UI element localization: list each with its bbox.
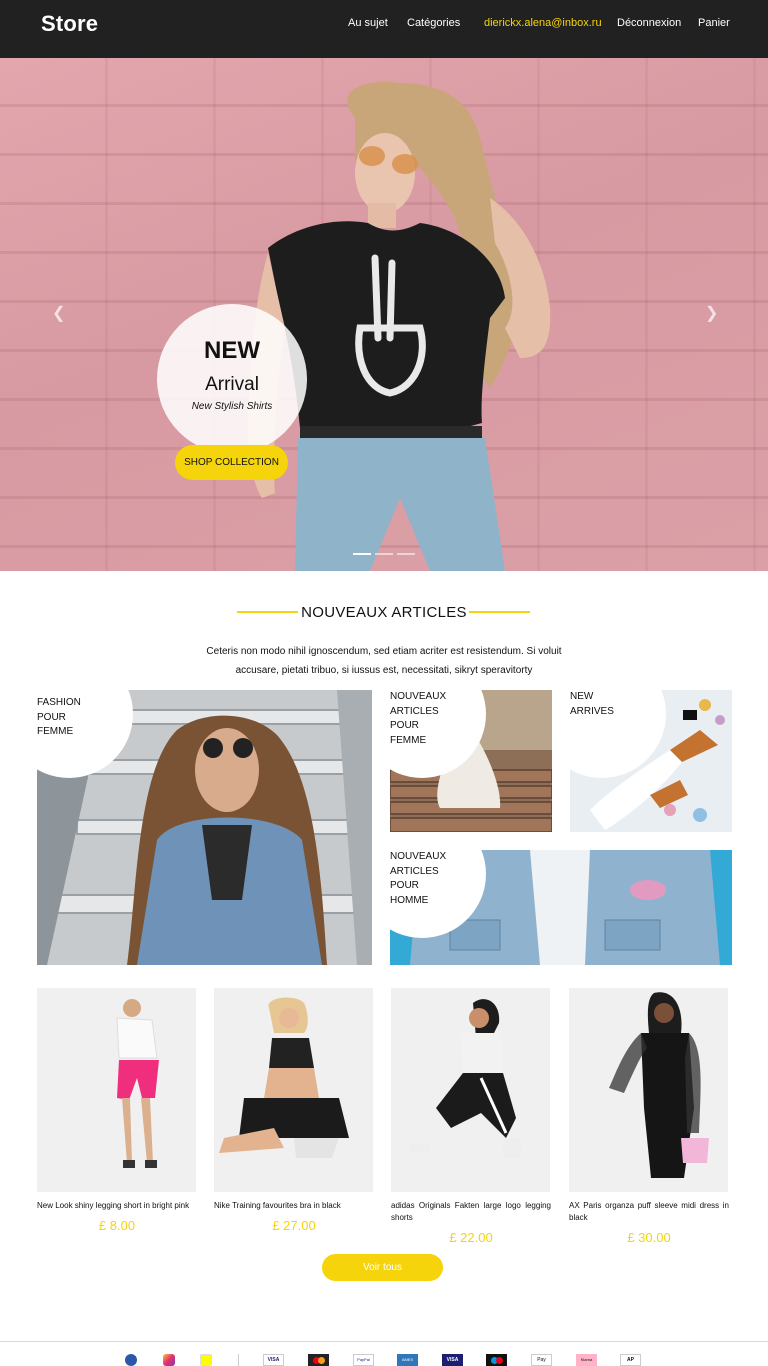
category-tile-new-arrivals[interactable]: NEW ARRIVES: [570, 690, 732, 832]
product-price: £ 30.00: [627, 1230, 671, 1245]
product-photo: [609, 992, 709, 1178]
hero-subheadline: Arrival: [205, 374, 259, 395]
product-image-3[interactable]: [391, 988, 550, 1192]
carousel-indicator-2[interactable]: [375, 553, 393, 555]
carousel-indicator-1[interactable]: [353, 553, 371, 555]
tile-label: FASHION POUR FEMME: [37, 697, 81, 737]
section-title: NOUVEAUX ARTICLES: [301, 604, 467, 621]
nav-link-account-email[interactable]: dierickx.alena@inbox.ru: [484, 17, 602, 29]
nav-link-logout[interactable]: Déconnexion: [617, 17, 681, 29]
shop-collection-button[interactable]: SHOP COLLECTION: [175, 445, 288, 480]
category-tile-new-women[interactable]: NOUVEAUX ARTICLES POUR FEMME: [390, 690, 552, 832]
snapchat-icon[interactable]: [200, 1354, 212, 1366]
hero-model-photo: [247, 81, 551, 571]
visa-electron-icon: VISA: [442, 1354, 463, 1366]
tile-label: NOUVEAUX ARTICLES POUR FEMME: [390, 691, 447, 746]
klarna-icon: Klarna: [576, 1354, 597, 1366]
carousel-next-arrow[interactable]: ❯: [705, 303, 718, 323]
section-description: Ceteris non modo nihil ignoscendum, sed …: [206, 646, 562, 676]
tile-label: NEW ARRIVES: [570, 691, 614, 717]
nav-link-cart[interactable]: Panier: [698, 17, 730, 29]
instagram-icon[interactable]: [163, 1354, 175, 1366]
product-photo: [409, 999, 521, 1158]
product-image-4[interactable]: [569, 988, 728, 1192]
facebook-icon[interactable]: [125, 1354, 137, 1366]
apple-pay-icon: Pay: [531, 1354, 552, 1366]
product-name[interactable]: AX Paris organza puff sleeve midi dress …: [569, 1200, 729, 1224]
tile-label: NOUVEAUX ARTICLES POUR HOMME: [390, 851, 447, 906]
category-tile-fashion-women[interactable]: FASHION POUR FEMME: [37, 690, 372, 965]
footer-separator: [238, 1354, 239, 1366]
view-all-button[interactable]: Voir tous: [322, 1254, 443, 1281]
hero-text-badge: NEW Arrival New Stylish Shirts: [157, 304, 307, 454]
product-photo: [116, 999, 159, 1168]
brand-logo[interactable]: Store: [41, 11, 98, 37]
product-image-1[interactable]: [37, 988, 196, 1192]
hero-headline: NEW: [204, 337, 260, 364]
product-price: £ 22.00: [449, 1230, 493, 1245]
footer-divider: [0, 1341, 768, 1342]
afterpay-icon: AP: [620, 1354, 641, 1366]
product-price: £ 8.00: [98, 1218, 136, 1233]
product-name[interactable]: adidas Originals Fakten large logo leggi…: [391, 1200, 551, 1224]
hero-tagline: New Stylish Shirts: [191, 401, 273, 412]
category-tile-new-men[interactable]: NOUVEAUX ARTICLES POUR HOMME: [390, 850, 732, 965]
carousel-indicator-3[interactable]: [397, 553, 415, 555]
hero-carousel: ❮ ❯ NEW Arrival New Stylish Shirts SHOP …: [0, 58, 768, 571]
product-name[interactable]: Nike Training favourites bra in black: [214, 1200, 374, 1212]
product-image-2[interactable]: [214, 988, 373, 1192]
amex-icon: AMEX: [397, 1354, 418, 1366]
carousel-prev-arrow[interactable]: ❮: [52, 303, 65, 323]
visa-icon: VISA: [263, 1354, 284, 1366]
top-navbar: Store Au sujet Catégories dierickx.alena…: [0, 0, 768, 58]
carousel-indicators: [353, 553, 415, 555]
mastercard-icon: [308, 1354, 329, 1366]
product-name[interactable]: New Look shiny legging short in bright p…: [37, 1200, 197, 1212]
nav-link-categories[interactable]: Catégories: [407, 17, 460, 29]
nav-link-about[interactable]: Au sujet: [348, 17, 388, 29]
product-photo: [219, 997, 349, 1158]
maestro-icon: [486, 1354, 507, 1366]
title-divider-right: [469, 611, 530, 613]
paypal-icon: PayPal: [353, 1354, 374, 1366]
product-price: £ 27.00: [272, 1218, 316, 1233]
